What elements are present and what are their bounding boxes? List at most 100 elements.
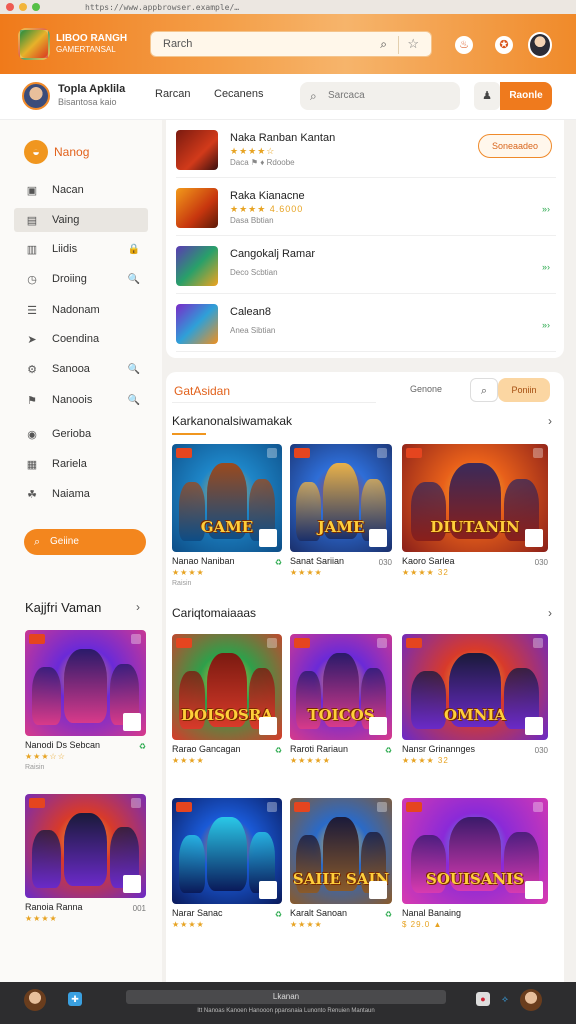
lock-icon: 🔍 xyxy=(127,363,140,375)
main-link[interactable]: Genone xyxy=(410,384,442,394)
chevron-right-icon[interactable]: › xyxy=(548,414,552,428)
game-cover-image[interactable]: SAIIE SAIN xyxy=(290,798,392,904)
network-icon[interactable]: ⟡ xyxy=(498,992,512,1006)
featured-list: Naka Ranban Kantan ★★★★☆ Daca ⚑ ♦ Rdoobe So… xyxy=(166,120,564,358)
user-avatar[interactable] xyxy=(520,989,542,1011)
taskbar-input[interactable]: Lkanan xyxy=(126,990,446,1004)
address-bar[interactable]: https://www.appbrowser.example/… xyxy=(85,3,239,12)
main-filter-button[interactable]: Poniin xyxy=(498,378,550,402)
list-item[interactable]: Naka Ranban Kantan ★★★★☆ Daca ⚑ ♦ Rdoobe So… xyxy=(176,122,556,178)
qr-code-icon xyxy=(369,529,387,547)
user-avatar[interactable] xyxy=(22,82,50,110)
game-title: Kaoro Sarlea xyxy=(402,556,455,566)
search-icon[interactable]: ⌕ xyxy=(470,378,498,402)
fire-icon[interactable]: ♨ xyxy=(455,36,473,54)
minimize-window-icon[interactable] xyxy=(19,3,27,11)
corner-icon xyxy=(267,448,277,458)
list-item[interactable]: Raka Kianacne ★★★★ 4.6000 Dasa Bbtian »› xyxy=(176,180,556,236)
sidebar-item-gerioba[interactable]: ◉ Gerioba xyxy=(14,422,148,446)
badge-icon[interactable]: ✪ xyxy=(495,36,513,54)
record-icon[interactable]: ● xyxy=(476,992,490,1006)
game-cover-image[interactable] xyxy=(172,798,282,904)
chevron-right-icon[interactable]: › xyxy=(136,600,140,614)
main-title: GatAsidan xyxy=(174,384,231,398)
game-thumbnail[interactable] xyxy=(176,304,218,344)
main-panel: GatAsidan Genone ⌕ Poniin Karkanonalsiwa… xyxy=(166,372,564,982)
search-icon[interactable]: ⌕ xyxy=(380,37,387,52)
list-item[interactable]: Calean8 Anea Sibtian »› xyxy=(176,296,556,352)
corner-icon xyxy=(533,448,543,458)
game-title: Ranoia Ranna xyxy=(25,902,83,912)
game-cover-image[interactable] xyxy=(25,794,146,898)
sidebar-item-nadonam[interactable]: ☰ Nadonam xyxy=(14,298,148,322)
profile-avatar[interactable] xyxy=(528,32,552,58)
list-action-button[interactable]: Soneaadeo xyxy=(478,134,552,158)
game-meta: ♻ xyxy=(384,910,392,919)
sidebar-header[interactable]: ◒ Nanog xyxy=(24,140,89,164)
secondary-search-input[interactable]: ⌕ Sarcaca xyxy=(300,82,460,110)
home-icon: ▣ xyxy=(26,184,38,197)
primary-action-button[interactable]: Raonle xyxy=(500,82,552,110)
game-cover-image[interactable] xyxy=(25,630,146,736)
bell-icon[interactable]: ♟ xyxy=(474,82,500,110)
sidebar-item-vaing[interactable]: ▤ Vaing xyxy=(14,208,148,232)
avatar[interactable] xyxy=(24,989,46,1011)
rating-stars: ★★★★ 4.6000 xyxy=(230,204,304,214)
nav-link-1[interactable]: Rarcan xyxy=(155,88,190,100)
list-item-title: Calean8 xyxy=(230,306,271,318)
qr-code-icon xyxy=(369,717,387,735)
new-badge xyxy=(406,638,422,648)
sidebar-item-label: Droiing xyxy=(52,273,87,285)
app-logo[interactable] xyxy=(18,28,50,60)
sidebar-item-nacan[interactable]: ▣ Nacan xyxy=(14,178,148,202)
game-thumbnail[interactable] xyxy=(176,246,218,286)
qr-code-icon xyxy=(123,713,141,731)
sidebar-item-nanoois[interactable]: ⚑ Nanoois 🔍 xyxy=(14,388,148,412)
game-cover-image[interactable]: GAME xyxy=(172,444,282,552)
list-icon: ▥ xyxy=(26,243,38,256)
game-cover-image[interactable]: OMNIA xyxy=(402,634,548,740)
chevron-right-icon[interactable]: › xyxy=(548,606,552,620)
menu-icon: ☰ xyxy=(27,304,37,317)
app-icon[interactable]: ✚ xyxy=(68,992,82,1006)
maximize-window-icon[interactable] xyxy=(32,3,40,11)
double-arrow-icon[interactable]: »› xyxy=(542,320,550,330)
game-cover-image[interactable]: JAME xyxy=(290,444,392,552)
corner-icon xyxy=(131,798,141,808)
close-window-icon[interactable] xyxy=(6,3,14,11)
corner-icon xyxy=(377,448,387,458)
sidebar-item-coendina[interactable]: ➤ Coendina xyxy=(14,327,148,351)
game-thumbnail[interactable] xyxy=(176,130,218,170)
sidebar-item-liidis[interactable]: ▥ Liidis 🔒 xyxy=(14,237,148,261)
top-search-input[interactable]: Rarch ⌕ ☆ xyxy=(150,31,432,57)
double-arrow-icon[interactable]: »› xyxy=(542,204,550,214)
star-icon[interactable]: ☆ xyxy=(407,36,419,52)
qr-code-icon xyxy=(369,881,387,899)
rating-stars: ★★★★ xyxy=(290,920,323,929)
game-cover-image[interactable]: DIUTANIN xyxy=(402,444,548,552)
corner-icon xyxy=(533,802,543,812)
game-cover-image[interactable]: DOISOSRA xyxy=(172,634,282,740)
new-badge xyxy=(294,638,310,648)
sidebar-search-button[interactable]: ⌕ Geiine xyxy=(24,529,146,555)
sidebar-item-sanooa[interactable]: ⚙ Sanooa 🔍 xyxy=(14,357,148,381)
taskbar: ✚ Lkanan Itt Nanoas Kanoen Hanooon ppans… xyxy=(0,982,576,1024)
game-cover-image[interactable]: TOICOS xyxy=(290,634,392,740)
game-thumbnail[interactable] xyxy=(176,188,218,228)
list-item-title: Raka Kianacne xyxy=(230,190,305,202)
list-item[interactable]: Cangokalj Ramar Deco Scbtian »› xyxy=(176,238,556,294)
sidebar-item-droiing[interactable]: ◷ Droiing 🔍 xyxy=(14,267,148,291)
section-underline xyxy=(172,433,206,435)
sidebar-item-naiama[interactable]: ☘ Naiama xyxy=(14,482,148,506)
double-arrow-icon[interactable]: »› xyxy=(542,262,550,272)
game-meta: 030 xyxy=(534,558,548,567)
coin-icon: ◒ xyxy=(24,140,48,164)
sidebar-item-rariela[interactable]: ▦ Rariela xyxy=(14,452,148,476)
taskbar-footer-text: Itt Nanoas Kanoen Hanooon ppansnaia Luno… xyxy=(197,1008,375,1014)
game-cover-image[interactable]: SOUISANIS xyxy=(402,798,548,904)
circle-icon: ◉ xyxy=(27,428,37,441)
rating-stars: ★★★★★ xyxy=(290,756,331,765)
nav-link-2[interactable]: Cecanens xyxy=(214,88,264,100)
user-name: Topla Apklila xyxy=(58,83,126,95)
qr-code-icon xyxy=(259,881,277,899)
